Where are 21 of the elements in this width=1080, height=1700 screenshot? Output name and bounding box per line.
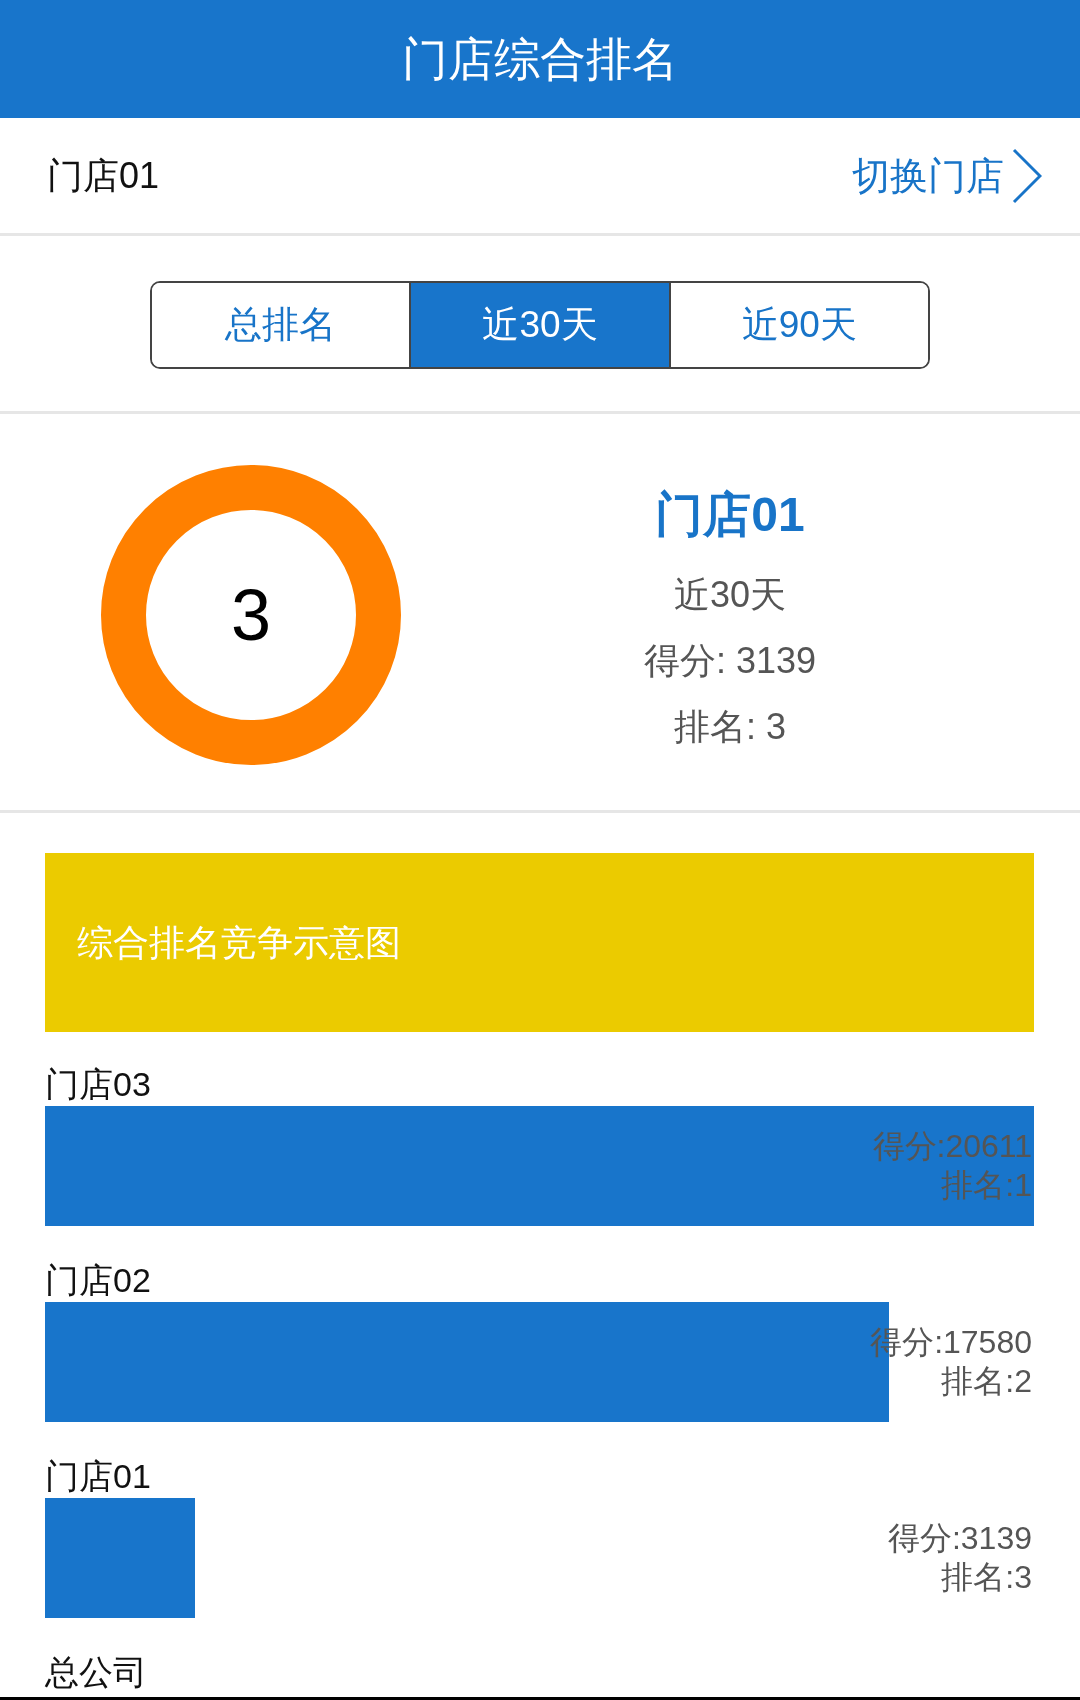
- store-label: 门店02: [45, 1260, 151, 1300]
- score-text: 得分:20611: [872, 1127, 1032, 1166]
- chart-title: 综合排名竞争示意图: [77, 920, 401, 965]
- period-text: 近30天: [673, 573, 786, 617]
- score-text: 得分: 3139: [643, 639, 817, 683]
- store-title: 门店01: [655, 487, 805, 543]
- period-tab[interactable]: 近90天: [668, 283, 928, 367]
- rank-text: 排名: 3: [674, 705, 786, 749]
- current-store-name: 门店01: [47, 153, 160, 198]
- score-text: 得分:3139: [887, 1519, 1032, 1558]
- store-label: 门店01: [45, 1456, 151, 1496]
- store-label: 总公司: [45, 1652, 147, 1692]
- rank-text: 排名:2: [941, 1362, 1032, 1401]
- rank-text: 排名:1: [941, 1166, 1032, 1205]
- page-title: 门店综合排名: [402, 32, 678, 87]
- store-label: 门店03: [45, 1064, 151, 1104]
- period-tab[interactable]: 近30天: [409, 283, 669, 367]
- rank-text: 排名:3: [941, 1558, 1032, 1597]
- rank-number: 3: [230, 575, 271, 655]
- switch-store-link[interactable]: 切换门店: [852, 147, 1042, 204]
- chevron-right-icon: [1012, 147, 1042, 204]
